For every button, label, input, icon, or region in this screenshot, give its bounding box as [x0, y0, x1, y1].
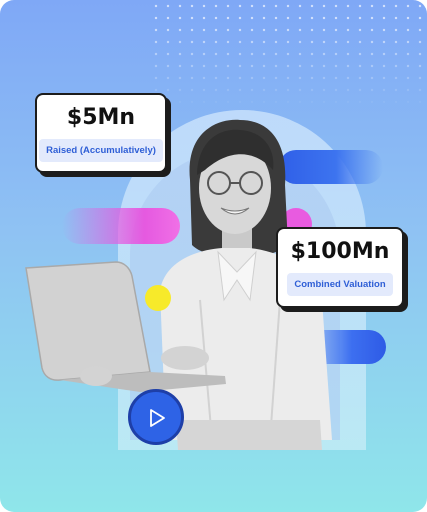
stat-value: $100Mn	[290, 239, 390, 264]
stat-value: $5Mn	[66, 105, 136, 130]
play-video-button[interactable]	[128, 389, 184, 445]
stat-card-valuation: $100Mn Combined Valuation	[276, 227, 404, 308]
stat-card-raised: $5Mn Raised (Accumulatively)	[35, 93, 167, 173]
yellow-dot	[145, 285, 171, 311]
stat-label: Raised (Accumulatively)	[39, 139, 163, 162]
hero-background: $5Mn Raised (Accumulatively) $100Mn Comb…	[0, 0, 427, 512]
stat-label: Combined Valuation	[287, 273, 393, 296]
play-icon	[150, 409, 165, 427]
